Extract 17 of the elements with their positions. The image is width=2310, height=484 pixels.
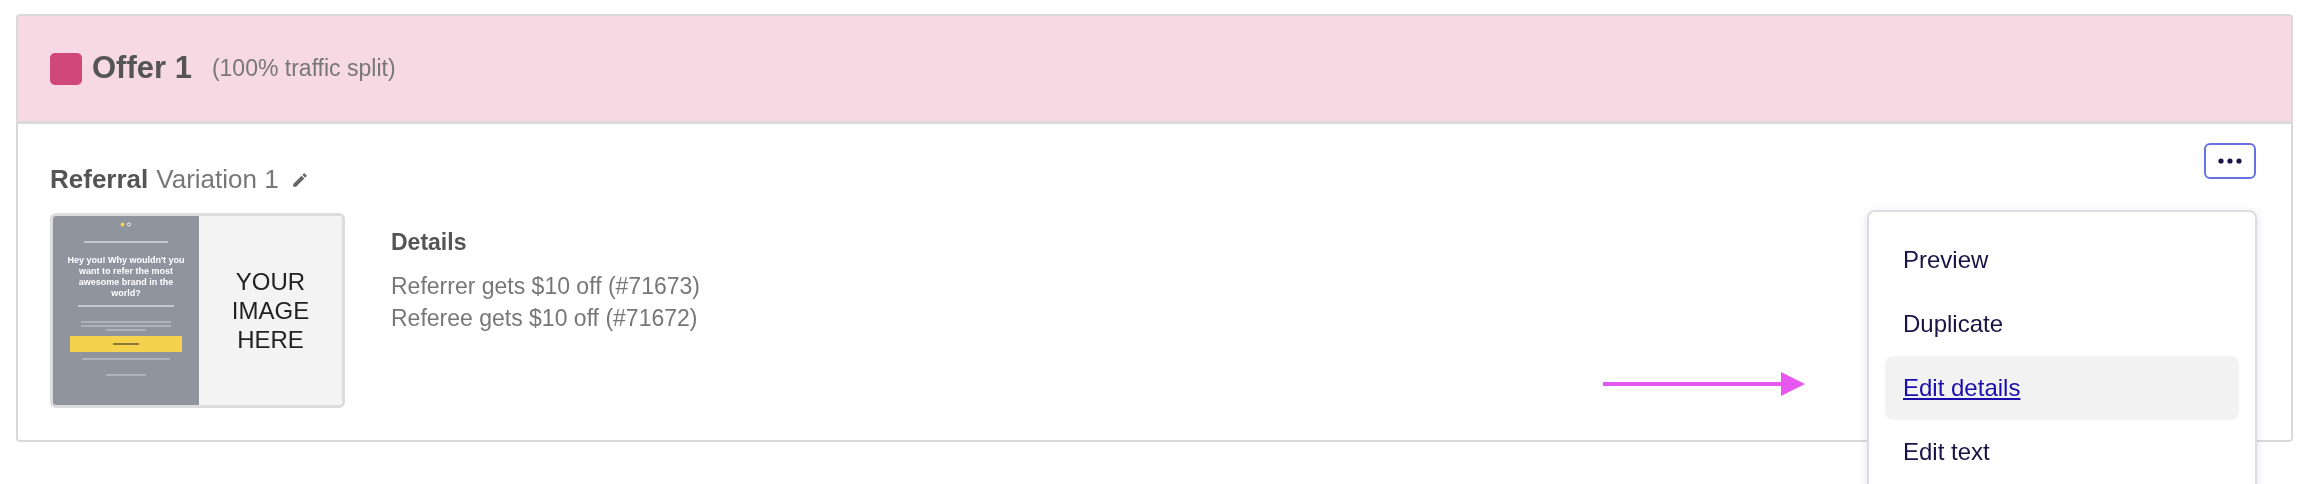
variation-type: Referral (50, 163, 149, 196)
menu-item[interactable]: Edit text (1885, 420, 2239, 484)
carousel-dots-icon (120, 222, 132, 227)
menu-item[interactable]: Duplicate (1885, 292, 2239, 356)
traffic-split: (100% traffic split) (211, 54, 396, 84)
variation-name: Variation 1 (156, 163, 279, 196)
pencil-icon[interactable] (290, 170, 309, 189)
popup-headline: Hey you! Why wouldn't you want to refer the most awesome brand in the world? (67, 255, 185, 299)
more-button[interactable] (2204, 143, 2256, 179)
details-title: Details (391, 228, 468, 257)
menu-item[interactable]: Edit details (1885, 356, 2239, 420)
offer-title: Offer 1 (92, 49, 192, 88)
menu-item[interactable]: Preview (1885, 228, 2239, 292)
image-placeholder-text: YOUR IMAGE HERE (230, 267, 311, 354)
detail-line: Referrer gets $10 off (#71673) (391, 271, 700, 301)
more-icon (2218, 158, 2242, 164)
detail-line: Referee gets $10 off (#71672) (391, 303, 699, 333)
